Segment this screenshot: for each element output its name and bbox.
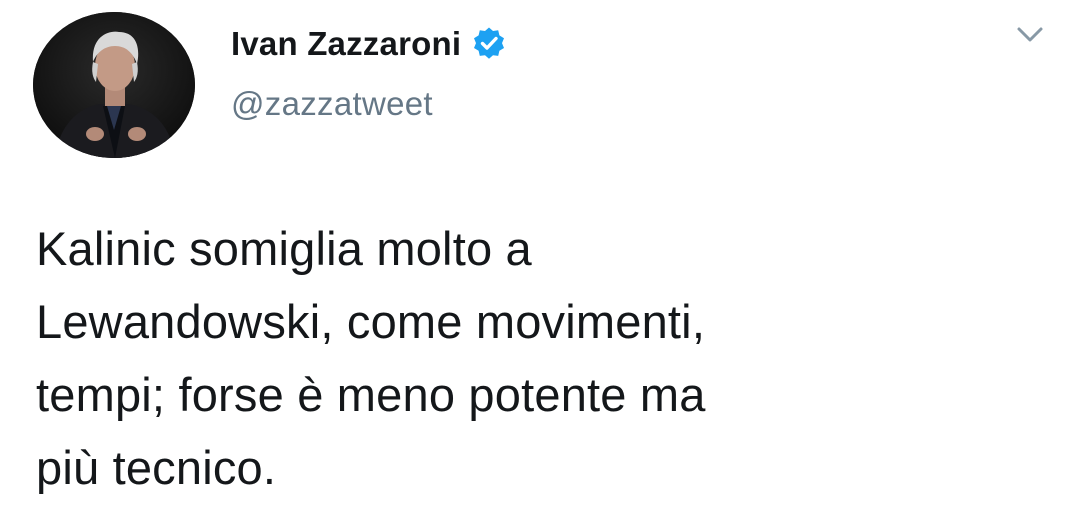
tweet-author[interactable]: Ivan Zazzaroni @zazzatweet <box>231 20 507 123</box>
verified-badge-icon <box>471 26 507 62</box>
author-display-name[interactable]: Ivan Zazzaroni <box>231 25 461 63</box>
avatar[interactable] <box>33 12 195 158</box>
author-handle[interactable]: @zazzatweet <box>231 85 507 123</box>
tweet-text-line: più tecnico. <box>36 441 277 494</box>
tweet-card: Ivan Zazzaroni @zazzatweet Kalinic somig… <box>0 0 1070 515</box>
tweet-text-line: Kalinic somiglia molto a <box>36 222 532 275</box>
author-name-row: Ivan Zazzaroni <box>231 20 507 68</box>
tweet-text-line: tempi; forse è meno potente ma <box>36 368 706 421</box>
chevron-down-icon[interactable] <box>1012 22 1048 48</box>
tweet-text: Kalinic somiglia molto a Lewandowski, co… <box>36 212 1036 504</box>
tweet-text-line: Lewandowski, come movimenti, <box>36 295 706 348</box>
avatar-photo <box>33 12 195 158</box>
